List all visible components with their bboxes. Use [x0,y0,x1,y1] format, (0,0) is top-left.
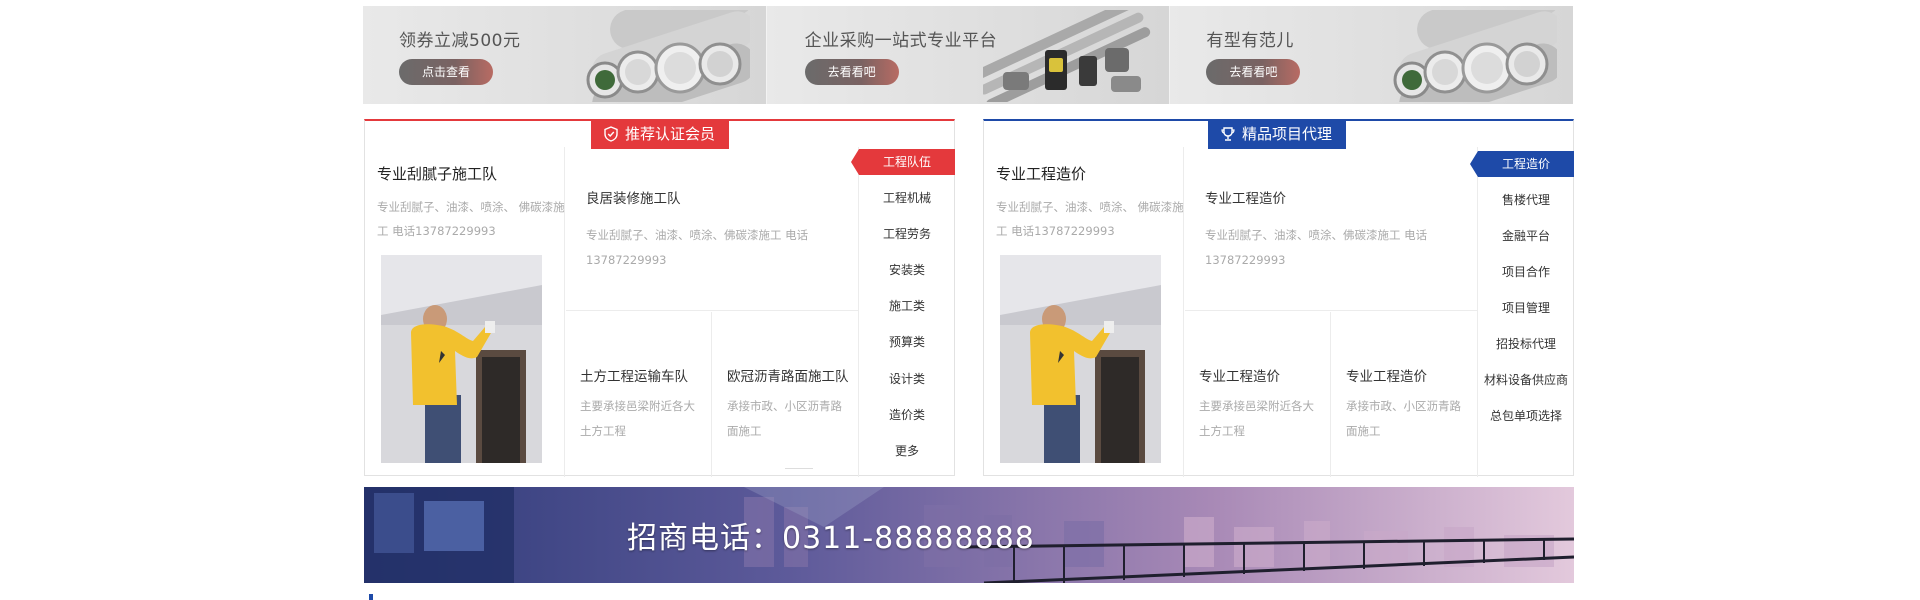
featured-desc: 专业刮腻子、油漆、喷涂、 佛碳漆施工 电话13787229993 [996,200,1184,238]
listing-card[interactable]: 欧冠沥青路面施工队 承接市政、小区沥青路面施工 [713,312,859,477]
nav-item-finance[interactable]: 金融平台 [1478,223,1574,249]
nav-item-installation[interactable]: 安装类 [859,257,955,283]
nav-item-engineering-team[interactable]: 工程队伍 [851,149,955,175]
nav-item-budget[interactable]: 预算类 [859,329,955,355]
listing-title[interactable]: 专业工程造价 [1205,187,1286,207]
listing-title[interactable]: 良居装修施工队 [586,187,681,207]
worker-photo[interactable] [1000,255,1161,463]
promo-title: 有型有范儿 [1206,31,1294,51]
promo-strip: 领券立减500元 点击查看 企业采购一站式专业平台 去看看吧 有型有范儿 去看看… [363,6,1574,104]
steel-pipes-image [1393,10,1558,102]
shield-check-icon [604,126,618,142]
listing-card[interactable]: 专业工程造价 主要承接邑梁附近各大土方工程 [1185,312,1331,477]
featured-card[interactable]: 专业刮腻子施工队 专业刮腻子、油漆、喷涂、 佛碳漆施工 电话1378722999… [365,147,565,477]
listing-title[interactable]: 土方工程运输车队 [580,365,688,385]
nav-item-cost[interactable]: 造价类 [859,402,955,428]
nav-item-general-contract[interactable]: 总包单项选择 [1478,403,1574,429]
steel-pipes-image [586,10,750,102]
nav-item-project-management[interactable]: 项目管理 [1478,295,1574,321]
panel-tag: 精品项目代理 [1208,119,1347,149]
listing-desc: 主要承接邑梁附近各大土方工程 [1199,399,1314,438]
category-nav: 工程造价 售楼代理 金融平台 项目合作 项目管理 招投标代理 材料设备供应商 总… [1470,147,1574,477]
listing-title[interactable]: 专业工程造价 [1346,365,1427,385]
listing-card[interactable]: 专业工程造价 专业刮腻子、油漆、喷涂、佛碳漆施工 电话13787229993 [1185,147,1477,311]
listing-card[interactable]: 良居装修施工队 专业刮腻子、油漆、喷涂、佛碳漆施工 电话13787229993 [566,147,858,311]
nav-item-cooperation[interactable]: 项目合作 [1478,259,1574,285]
panel-tag: 推荐认证会员 [591,119,730,149]
panel-tag-label: 精品项目代理 [1242,125,1333,143]
nav-item-material-supplier[interactable]: 材料设备供应商 [1478,367,1574,393]
promo-card-style[interactable]: 有型有范儿 去看看吧 [1169,6,1574,104]
nav-item-labor[interactable]: 工程劳务 [859,221,955,247]
listing-title[interactable]: 欧冠沥青路面施工队 [727,365,849,385]
worker-photo[interactable] [381,255,542,463]
divider [785,468,813,469]
listing-card[interactable]: 土方工程运输车队 主要承接邑梁附近各大土方工程 [566,312,712,477]
pipe-fittings-image [983,10,1151,102]
investment-banner[interactable]: 招商电话：0311-88888888 [364,487,1574,583]
banner-hotline-text: 招商电话：0311-88888888 [627,521,1035,556]
featured-title[interactable]: 专业工程造价 [996,163,1086,184]
promo-button[interactable]: 去看看吧 [1206,59,1301,85]
listing-desc: 专业刮腻子、油漆、喷涂、佛碳漆施工 电话13787229993 [1205,228,1428,267]
nav-item-machinery[interactable]: 工程机械 [859,185,955,211]
promo-card-procurement[interactable]: 企业采购一站式专业平台 去看看吧 [765,6,1170,104]
featured-desc: 专业刮腻子、油漆、喷涂、 佛碳漆施工 电话13787229993 [377,200,565,238]
category-nav: 工程队伍 工程机械 工程劳务 安装类 施工类 预算类 设计类 造价类 更多 [851,147,955,477]
listing-desc: 主要承接邑梁附近各大土方工程 [580,399,695,438]
featured-card[interactable]: 专业工程造价 专业刮腻子、油漆、喷涂、 佛碳漆施工 电话13787229993 [984,147,1184,477]
listing-desc: 承接市政、小区沥青路面施工 [1346,399,1461,438]
nav-item-bidding-agency[interactable]: 招投标代理 [1478,331,1574,357]
nav-item-cost-estimate[interactable]: 工程造价 [1470,151,1574,177]
featured-title[interactable]: 专业刮腻子施工队 [377,163,497,184]
promo-button[interactable]: 点击查看 [399,59,493,85]
section-marker [369,594,373,600]
listing-card[interactable]: 专业工程造价 承接市政、小区沥青路面施工 [1332,312,1478,477]
panel-tag-label: 推荐认证会员 [625,125,716,143]
nav-item-design[interactable]: 设计类 [859,366,955,392]
trophy-icon [1221,127,1235,141]
promo-title: 企业采购一站式专业平台 [804,31,998,51]
nav-item-more[interactable]: 更多 [859,438,955,464]
panel-project-agency: 精品项目代理 专业工程造价 专业刮腻子、油漆、喷涂、 佛碳漆施工 电话13787… [983,119,1574,477]
nav-item-construction[interactable]: 施工类 [859,293,955,319]
promo-card-coupon[interactable]: 领券立减500元 点击查看 [363,6,766,104]
panel-certified-members: 推荐认证会员 专业刮腻子施工队 专业刮腻子、油漆、喷涂、 佛碳漆施工 电话137… [364,119,955,477]
promo-button[interactable]: 去看看吧 [804,59,899,85]
listing-title[interactable]: 专业工程造价 [1199,365,1280,385]
listing-desc: 专业刮腻子、油漆、喷涂、佛碳漆施工 电话13787229993 [586,228,809,267]
promo-title: 领券立减500元 [399,31,521,51]
nav-item-sales-agency[interactable]: 售楼代理 [1478,187,1574,213]
listing-desc: 承接市政、小区沥青路面施工 [727,399,842,438]
